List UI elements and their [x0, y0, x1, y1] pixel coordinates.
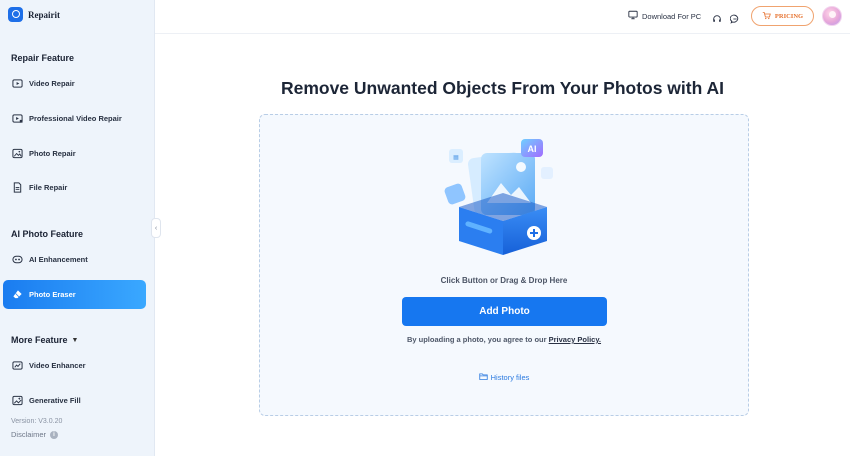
headset-icon[interactable]	[712, 11, 722, 22]
top-bar: Download For PC PRICING	[155, 0, 850, 34]
upload-illustration-icon: ▦ AI	[444, 139, 553, 255]
section-title-repair: Repair Feature	[11, 53, 74, 63]
video-play-icon	[12, 78, 23, 89]
sidebar-item-label: Photo Repair	[29, 149, 76, 158]
section-title-ai-photo: AI Photo Feature	[11, 229, 83, 239]
add-photo-label: Add Photo	[479, 306, 530, 317]
history-files-label: History files	[490, 373, 530, 382]
brand[interactable]: Repairit	[8, 7, 60, 22]
sidebar-item-file-repair[interactable]: File Repair	[3, 173, 146, 202]
sidebar-item-label: Generative Fill	[29, 396, 81, 405]
sidebar-item-label: AI Enhancement	[29, 255, 88, 264]
caret-down-icon: ▼	[71, 336, 79, 344]
upload-dropzone[interactable]: ▦ AI Click Button or Drag & Drop Here Ad…	[259, 114, 749, 416]
sidebar-item-label: Video Enhancer	[29, 361, 86, 370]
download-for-pc-link[interactable]: Download For PC	[628, 10, 701, 22]
sidebar-item-ai-enhancement[interactable]: AI Enhancement	[3, 245, 146, 274]
download-label: Download For PC	[642, 11, 702, 21]
pricing-label: PRICING	[774, 12, 804, 20]
section-title-more[interactable]: More Feature ▼	[11, 335, 78, 345]
sidebar-item-photo-repair[interactable]: Photo Repair	[3, 139, 146, 168]
video-enhancer-icon	[12, 360, 23, 371]
sidebar-item-video-repair[interactable]: Video Repair	[3, 69, 146, 98]
chevron-left-icon: ‹	[154, 224, 158, 232]
enhance-icon	[12, 254, 23, 265]
section-title-label: Repair Feature	[11, 53, 75, 63]
agreement-text: By uploading a photo, you agree to our P…	[260, 335, 748, 344]
privacy-policy-link[interactable]: Privacy Policy.	[549, 335, 601, 344]
page-title: Remove Unwanted Objects From Your Photos…	[280, 78, 725, 98]
sidebar: Repairit Repair Feature Video Repair Pro…	[0, 0, 155, 456]
disclaimer-label: Disclaimer	[11, 430, 47, 439]
folder-icon	[478, 372, 488, 383]
sidebar-item-label: File Repair	[29, 183, 68, 192]
disclaimer-link[interactable]: Disclaimer i	[11, 430, 59, 439]
section-title-label: AI Photo Feature	[11, 229, 84, 239]
agreement-prefix: By uploading a photo, you agree to our	[406, 335, 549, 344]
cart-icon	[762, 11, 771, 22]
info-icon: i	[50, 430, 59, 439]
section-title-label: More Feature	[11, 335, 68, 345]
version-text: Version: V3.0.20	[11, 418, 63, 425]
app-name: Repairit	[28, 9, 60, 20]
file-icon	[12, 182, 23, 193]
drop-hint-text: Click Button or Drag & Drop Here	[440, 276, 568, 285]
eraser-icon	[12, 289, 23, 300]
add-photo-button[interactable]: Add Photo	[402, 297, 607, 326]
pricing-button[interactable]: PRICING	[751, 6, 814, 26]
sidebar-item-label: Professional Video Repair	[29, 114, 122, 123]
video-pro-icon	[12, 113, 23, 124]
photo-icon	[12, 148, 23, 159]
user-avatar[interactable]	[822, 6, 842, 26]
sidebar-item-label: Photo Eraser	[29, 290, 76, 299]
sidebar-item-professional-video-repair[interactable]: Professional Video Repair	[3, 104, 146, 133]
history-files-link[interactable]: History files	[260, 372, 748, 383]
ai-badge-label: AI	[528, 144, 537, 154]
sidebar-item-photo-eraser[interactable]: Photo Eraser	[3, 280, 146, 309]
sidebar-collapse-button[interactable]: ‹	[151, 218, 161, 238]
monitor-icon	[628, 10, 638, 22]
svg-text:▦: ▦	[453, 155, 459, 161]
sidebar-item-generative-fill[interactable]: Generative Fill	[3, 386, 146, 415]
sidebar-item-video-enhancer[interactable]: Video Enhancer	[3, 351, 146, 380]
sidebar-item-label: Video Repair	[29, 79, 75, 88]
message-icon[interactable]	[729, 11, 740, 24]
repairit-logo-icon	[8, 7, 23, 22]
generative-fill-icon	[12, 395, 23, 406]
